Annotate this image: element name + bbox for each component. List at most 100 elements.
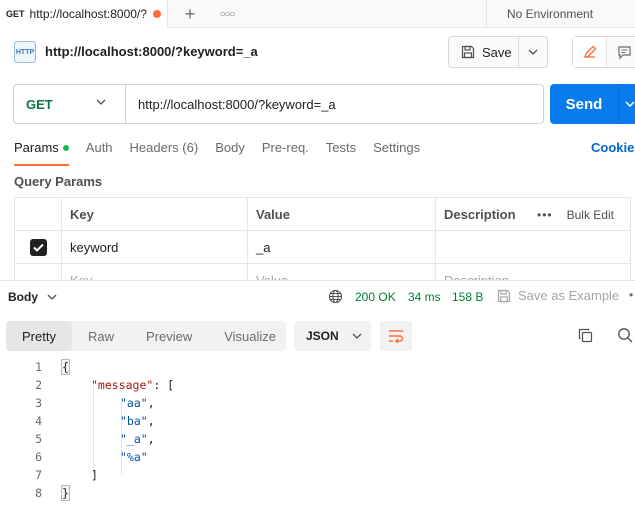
line-number: 2 xyxy=(35,378,42,392)
tab-body[interactable]: Body xyxy=(215,140,245,166)
code-text: { xyxy=(61,359,70,375)
tab-settings[interactable]: Settings xyxy=(373,140,420,166)
tab-preview[interactable]: Preview xyxy=(130,321,208,351)
chevron-down-icon xyxy=(624,101,635,107)
save-icon xyxy=(497,289,511,302)
tab-tests[interactable]: Tests xyxy=(326,140,356,166)
active-dot-icon xyxy=(62,145,69,151)
response-time[interactable]: 34 ms xyxy=(408,290,441,304)
header-key: Key xyxy=(62,198,248,231)
save-as-example-button[interactable]: Save as Example xyxy=(497,288,619,303)
param-checkbox[interactable] xyxy=(29,239,47,256)
code-text: "message": [ xyxy=(91,378,174,392)
globe-icon[interactable] xyxy=(328,289,343,307)
chevron-down-icon xyxy=(96,99,106,105)
indent-guide xyxy=(93,384,94,474)
line-number: 6 xyxy=(35,450,42,464)
tab-label: Params xyxy=(14,140,59,155)
chevron-down-icon xyxy=(528,49,538,55)
json-string: "aa" xyxy=(120,396,148,410)
status-code[interactable]: 200 OK xyxy=(355,290,396,304)
url-bar: GET http://localhost:8000/?keyword=_a xyxy=(13,84,544,124)
tab-headers[interactable]: Headers (6) xyxy=(130,140,199,166)
json-punct: : [ xyxy=(153,378,175,392)
tab-title: http://localhost:8000/? xyxy=(29,7,147,21)
save-example-label: Save as Example xyxy=(518,288,620,303)
json-punct: , xyxy=(147,414,155,428)
send-button[interactable]: Send xyxy=(550,96,618,113)
param-value[interactable]: _a xyxy=(248,231,436,264)
code-text: "%a" xyxy=(120,450,148,464)
comment-icon xyxy=(617,45,631,59)
cookies-link[interactable]: Cookies xyxy=(591,140,635,155)
code-text: "aa", xyxy=(120,396,155,410)
save-dropdown[interactable] xyxy=(519,37,547,67)
format-label: JSON xyxy=(306,329,339,343)
json-string: "%a" xyxy=(120,450,148,464)
chevron-down-icon xyxy=(352,333,362,339)
param-key[interactable]: keyword xyxy=(62,231,248,264)
json-string: "ba" xyxy=(120,414,148,428)
json-key: "message" xyxy=(91,378,154,392)
tab-label: Headers (6) xyxy=(129,140,199,155)
tab-label: Settings xyxy=(373,140,421,155)
header-value: Value xyxy=(248,198,436,231)
view-mode-group xyxy=(572,36,635,68)
tab-label: Tests xyxy=(325,140,357,155)
new-description-input[interactable]: Description xyxy=(436,264,630,281)
comments-button[interactable] xyxy=(607,37,635,67)
code-text: "ba", xyxy=(120,414,155,428)
ellipsis-icon[interactable]: ••• xyxy=(537,208,553,222)
response-size[interactable]: 158 B xyxy=(452,290,483,304)
tab-pre-request[interactable]: Pre-req. xyxy=(262,140,309,166)
tab-visualize[interactable]: Visualize xyxy=(208,321,292,351)
tab-params[interactable]: Params xyxy=(14,140,69,166)
save-icon xyxy=(461,45,475,59)
pencil-icon xyxy=(583,45,596,58)
new-key-input[interactable]: Key xyxy=(62,264,248,281)
table-header: Key Value Description ••• Bulk Edit xyxy=(15,198,630,231)
format-select[interactable]: JSON xyxy=(294,321,371,351)
copy-icon[interactable] xyxy=(578,328,593,346)
environment-selector[interactable]: No Environment xyxy=(486,0,635,28)
method-select[interactable]: GET xyxy=(14,85,126,123)
http-icon: HTTP xyxy=(14,41,36,63)
query-params-title: Query Params xyxy=(14,174,103,189)
send-dropdown[interactable] xyxy=(618,84,635,124)
tab-raw[interactable]: Raw xyxy=(72,321,130,351)
tab-auth[interactable]: Auth xyxy=(86,140,113,166)
wrap-icon xyxy=(389,330,404,343)
search-icon[interactable] xyxy=(617,327,633,346)
param-description[interactable] xyxy=(436,231,630,264)
new-value-input[interactable]: Value xyxy=(248,264,436,281)
body-label: Body xyxy=(8,290,38,304)
unsaved-dot-icon xyxy=(152,10,161,18)
plus-icon[interactable]: + xyxy=(176,0,204,28)
bulk-edit-area: ••• Bulk Edit xyxy=(537,198,614,231)
line-number: 4 xyxy=(35,414,42,428)
header-check-cell xyxy=(15,198,62,231)
request-tab[interactable]: GET http://localhost:8000/? xyxy=(0,0,168,28)
json-punct: , xyxy=(147,396,155,410)
url-input[interactable]: http://localhost:8000/?keyword=_a xyxy=(126,85,543,123)
check-cell xyxy=(15,231,62,264)
ellipsis-icon[interactable]: • xyxy=(629,288,633,302)
response-body-select[interactable]: Body xyxy=(8,290,57,304)
save-button[interactable]: Save xyxy=(449,37,519,67)
edit-button[interactable] xyxy=(573,37,607,67)
tab-pretty[interactable]: Pretty xyxy=(6,321,72,351)
request-title[interactable]: http://localhost:8000/?keyword=_a xyxy=(45,44,258,59)
ellipsis-icon[interactable]: ○○○ xyxy=(214,0,240,28)
line-number: 5 xyxy=(35,432,42,446)
method-label: GET xyxy=(26,96,53,112)
line-number: 8 xyxy=(35,486,42,500)
table-row: keyword _a xyxy=(15,231,630,264)
chevron-down-icon xyxy=(47,294,57,300)
tab-label: Pre-req. xyxy=(261,140,309,155)
tab-method: GET xyxy=(6,9,25,19)
tab-label: Body xyxy=(215,140,245,155)
bulk-edit-link[interactable]: Bulk Edit xyxy=(567,208,614,222)
code-text: } xyxy=(61,485,70,501)
response-view-tabs: Pretty Raw Preview Visualize xyxy=(6,321,286,351)
wrap-lines-button[interactable] xyxy=(380,321,412,351)
